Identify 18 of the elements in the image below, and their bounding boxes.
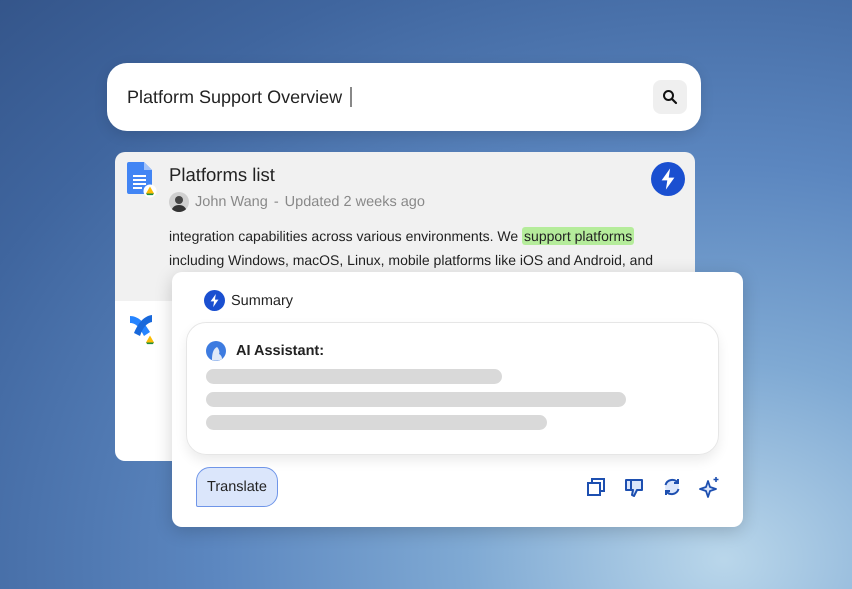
search-button[interactable] <box>653 80 687 114</box>
separator: - <box>274 194 279 210</box>
result-title[interactable]: Platforms list <box>169 164 275 186</box>
sparkle-icon[interactable] <box>699 476 721 498</box>
updated-time: Updated 2 weeks ago <box>284 194 425 210</box>
document-icon <box>127 162 157 198</box>
avatar <box>169 192 189 212</box>
assistant-avatar-icon <box>206 341 226 361</box>
search-icon <box>662 89 678 105</box>
copy-icon[interactable] <box>585 476 607 498</box>
snippet-text: integration capabilities across various environments. We support platforms including Windows, macOS, Linux, mobile platforms like iOS and Android, and <box>169 226 654 270</box>
search-field[interactable]: Platform Support Overview <box>107 63 701 131</box>
bolt-icon <box>204 290 225 311</box>
thumbs-down-icon[interactable] <box>623 476 645 498</box>
assistant-label: AI Assistant: <box>236 343 324 359</box>
author-name: John Wang <box>195 194 268 210</box>
summarize-button[interactable] <box>651 162 685 196</box>
translate-button[interactable]: Translate <box>196 467 278 507</box>
